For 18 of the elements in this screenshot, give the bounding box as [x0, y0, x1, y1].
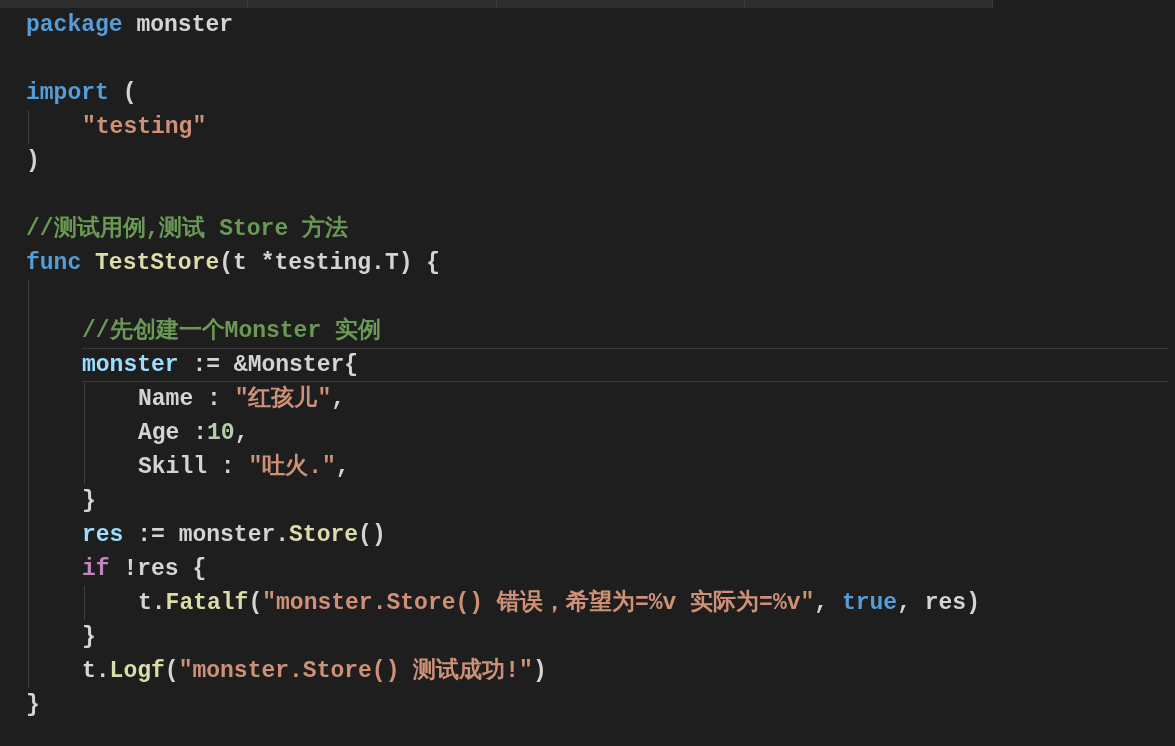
- code-line: Name : "红孩儿",: [138, 384, 347, 414]
- code-line: t.Logf("monster.Store() 测试成功!"): [82, 656, 548, 686]
- code-line: }: [82, 487, 97, 516]
- code-line: //测试用例,测试 Store 方法: [26, 214, 350, 244]
- code-line: ): [26, 147, 41, 176]
- code-line: if !res {: [82, 555, 208, 584]
- code-line: monster := &Monster{: [82, 348, 1168, 382]
- code-line: }: [82, 623, 97, 652]
- code-line: import (: [26, 79, 138, 108]
- code-line: res := monster.Store(): [82, 521, 387, 550]
- code-line: Skill : "吐火.",: [138, 452, 351, 482]
- code-line: t.Fatalf("monster.Store() 错误，希望为=%v 实际为=%v", true, res): [138, 588, 981, 618]
- code-line: func TestStore(t *testing.T) {: [26, 249, 442, 278]
- code-line: Age :10,: [138, 419, 250, 448]
- code-line: package monster: [26, 11, 235, 40]
- code-line: //先创建一个Monster 实例: [82, 316, 383, 346]
- code-line: "testing": [82, 113, 208, 142]
- code-line: }: [26, 691, 41, 720]
